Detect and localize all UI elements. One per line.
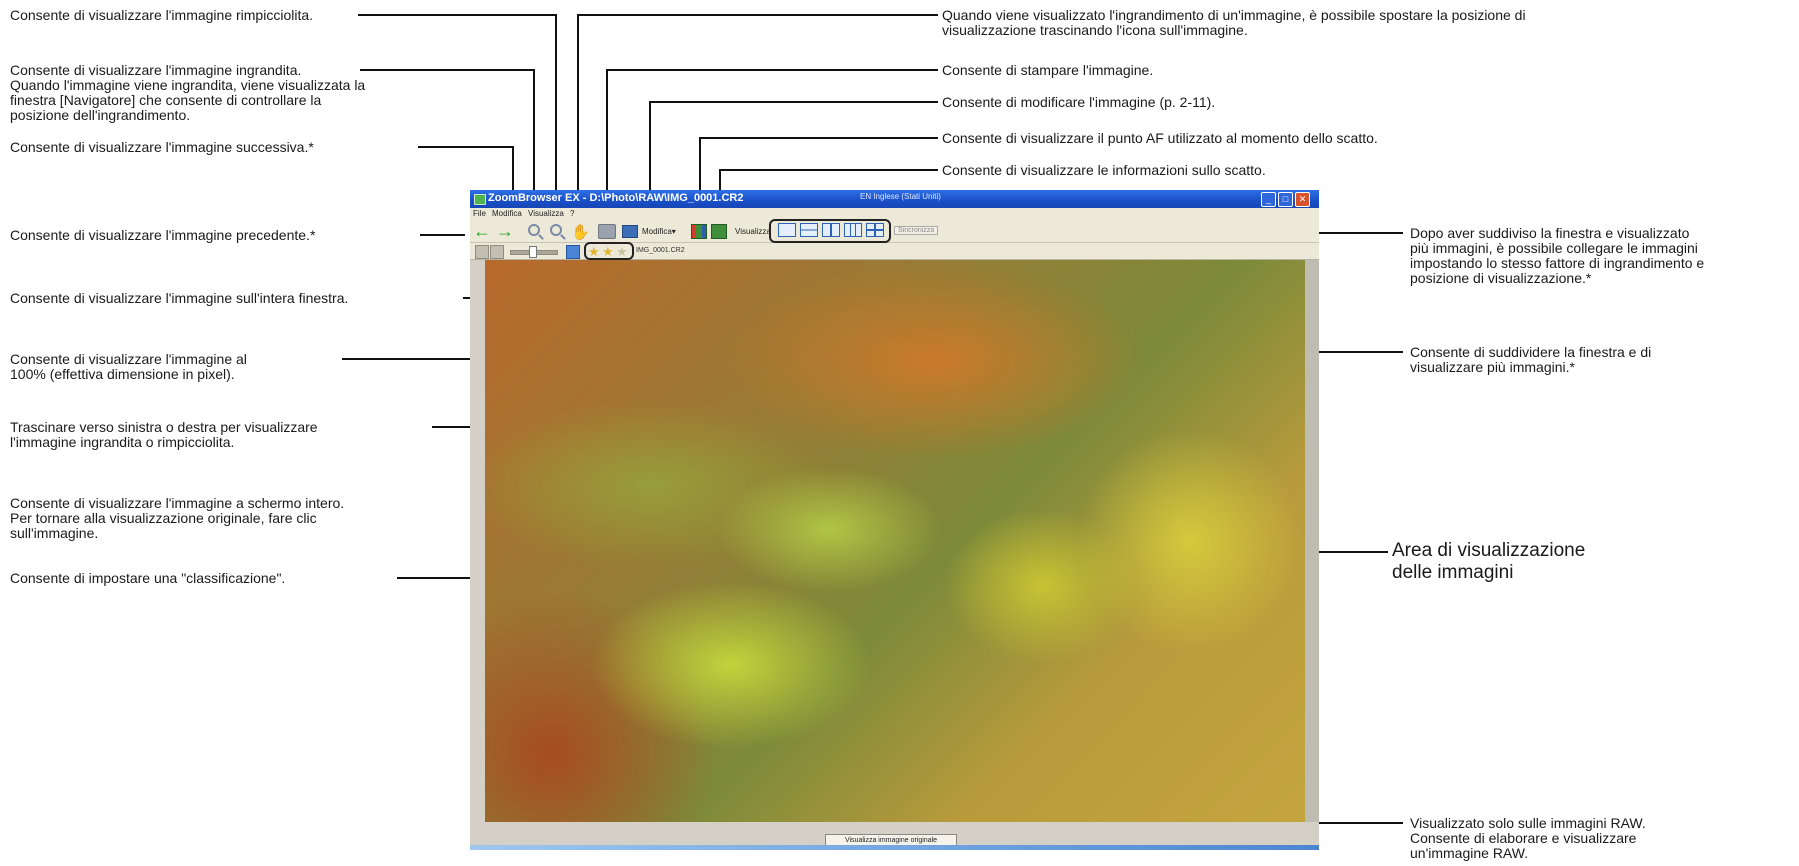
menu-modifica[interactable]: Modifica: [492, 209, 522, 218]
callout-zoom-out: Consente di visualizzare l'immagine rimp…: [10, 7, 314, 23]
full-screen-icon[interactable]: [566, 245, 580, 259]
back-arrow-icon[interactable]: ←: [473, 221, 491, 241]
callout-100: Consente di visualizzare l'immagine al 1…: [10, 352, 247, 382]
callout-sync-line1: Dopo aver suddiviso la finestra e visual…: [1410, 225, 1690, 241]
maximize-icon[interactable]: □: [1278, 192, 1293, 207]
callout-rating: Consente di impostare una "classificazio…: [10, 570, 286, 586]
callout-sync-line4: posizione di visualizzazione.*: [1410, 270, 1592, 286]
menu-help[interactable]: ?: [570, 209, 574, 218]
main-toolbar: ← → ✋ Modifica ▾ Visualizza Sincronizza: [470, 220, 1319, 243]
callout-image-area-line1: Area di visualizzazione: [1392, 540, 1586, 561]
callout-raw-line1: Visualizzato solo sulle immagini RAW.: [1410, 815, 1646, 831]
app-icon: [474, 194, 486, 205]
callout-hand-line1: Quando viene visualizzato l'ingrandiment…: [942, 7, 1526, 23]
split-buttons-highlight: [769, 219, 891, 243]
menu-file[interactable]: File: [473, 209, 486, 218]
fit-window-icon[interactable]: [475, 245, 489, 259]
callout-slider-line1: Trascinare verso sinistra o destra per v…: [10, 419, 318, 435]
callout-edit: Consente di modificare l'immagine (p. 2-…: [942, 94, 1216, 110]
zoom-slider[interactable]: [510, 246, 558, 258]
right-margin: [1305, 260, 1319, 822]
menu-visualizza[interactable]: Visualizza: [528, 209, 564, 218]
callout-prev: Consente di visualizzare l'immagine prec…: [10, 227, 316, 243]
actual-size-icon[interactable]: [490, 245, 504, 259]
callout-raw-line2: Consente di elaborare e visualizzare: [1410, 830, 1637, 846]
callout-raw: Visualizzato solo sulle immagini RAW. Co…: [1410, 816, 1646, 861]
file-name: IMG_0001.CR2: [636, 247, 685, 254]
callout-zoom-in-line1: Consente di visualizzare l'immagine ingr…: [10, 62, 302, 78]
callout-print: Consente di stampare l'immagine.: [942, 62, 1154, 78]
close-icon[interactable]: ✕: [1295, 192, 1310, 207]
af-point-icon[interactable]: [691, 224, 707, 239]
callout-sync: Dopo aver suddiviso la finestra e visual…: [1410, 226, 1704, 286]
callout-hand: Quando viene visualizzato l'ingrandiment…: [942, 8, 1526, 38]
menu-bar: File Modifica Visualizza ?: [470, 208, 1319, 220]
language-indicator[interactable]: EN Inglese (Stati Uniti): [860, 192, 941, 201]
zoom-in-icon[interactable]: [528, 224, 540, 236]
callout-fit: Consente di visualizzare l'immagine sull…: [10, 290, 349, 306]
rating-highlight: [584, 242, 634, 260]
modifica-label: Modifica: [642, 226, 672, 236]
modifica-button[interactable]: Modifica ▾: [622, 224, 676, 238]
window-title: ZoomBrowser EX - D:\Photo\RAW\IMG_0001.C…: [488, 192, 744, 204]
callout-fullscreen: Consente di visualizzare l'immagine a sc…: [10, 496, 344, 541]
sincronizza-button[interactable]: Sincronizza: [894, 226, 939, 235]
callout-sync-line2: più immagini, è possibile collegare le i…: [1410, 240, 1698, 256]
shooting-info-icon[interactable]: [711, 224, 727, 239]
callout-slider: Trascinare verso sinistra o destra per v…: [10, 420, 318, 450]
callout-image-area-line2: delle immagini: [1392, 562, 1514, 583]
callout-fullscreen-line3: sull'immagine.: [10, 525, 99, 541]
callout-split-line1: Consente di suddividere la finestra e di: [1410, 344, 1652, 360]
zoom-out-icon[interactable]: [550, 224, 562, 236]
title-bar: ZoomBrowser EX - D:\Photo\RAW\IMG_0001.C…: [470, 190, 1319, 208]
callout-info: Consente di visualizzare le informazioni…: [942, 162, 1266, 178]
status-strip: [470, 845, 1319, 850]
forward-arrow-icon[interactable]: →: [496, 221, 514, 241]
edit-icon: [622, 224, 638, 238]
callout-sync-line3: impostando lo stesso fattore di ingrandi…: [1410, 255, 1705, 271]
callout-fullscreen-line1: Consente di visualizzare l'immagine a sc…: [10, 495, 345, 511]
callout-zoom-in-line4: posizione dell'ingrandimento.: [10, 107, 191, 123]
callout-zoom-in-line3: finestra [Navigatore] che consente di co…: [10, 92, 322, 108]
image-display-area[interactable]: [485, 260, 1305, 822]
callout-split: Consente di suddividere la finestra e di…: [1410, 345, 1651, 375]
callout-100-line1: Consente di visualizzare l'immagine al: [10, 351, 247, 367]
callout-af: Consente di visualizzare il punto AF uti…: [942, 130, 1378, 146]
callout-raw-line3: un'immagine RAW.: [1410, 845, 1529, 861]
callout-split-line2: visualizzare più immagini.*: [1410, 359, 1575, 375]
callout-zoom-in: Consente di visualizzare l'immagine ingr…: [10, 63, 365, 123]
callout-image-area: Area di visualizzazione delle immagini: [1392, 540, 1585, 584]
callout-slider-line2: l'immagine ingrandita o rimpicciolita.: [10, 434, 235, 450]
callout-zoom-in-line2: Quando l'immagine viene ingrandita, vien…: [10, 77, 366, 93]
callout-100-line2: 100% (effettiva dimensione in pixel).: [10, 366, 235, 382]
minimize-icon[interactable]: _: [1261, 192, 1276, 207]
printer-icon[interactable]: [598, 224, 616, 239]
callout-next: Consente di visualizzare l'immagine succ…: [10, 139, 314, 155]
callout-fullscreen-line2: Per tornare alla visualizzazione origina…: [10, 510, 317, 526]
viewer-window: ZoomBrowser EX - D:\Photo\RAW\IMG_0001.C…: [470, 190, 1319, 850]
visualizza-label: Visualizza: [735, 227, 771, 236]
callout-hand-line2: visualizzazione trascinando l'icona sull…: [942, 22, 1248, 38]
hand-icon[interactable]: ✋: [571, 223, 590, 241]
